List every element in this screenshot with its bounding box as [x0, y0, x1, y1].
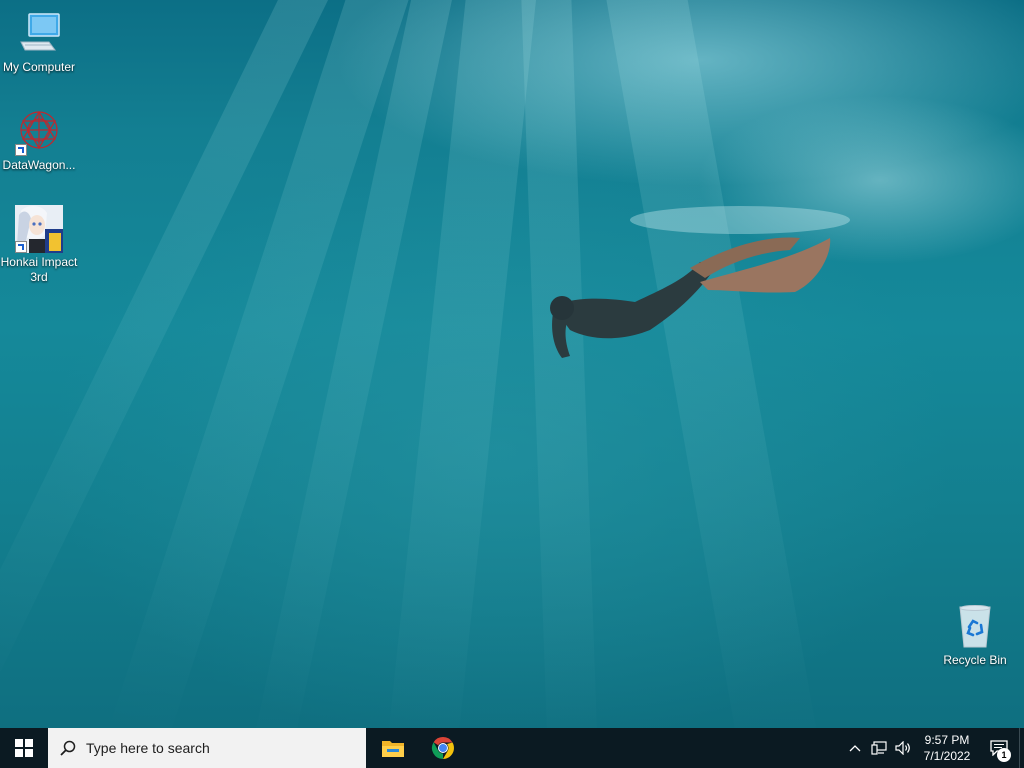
shortcut-arrow-icon [15, 144, 27, 156]
search-input[interactable]: Type here to search [48, 728, 366, 768]
show-hidden-icons-button[interactable] [843, 728, 867, 768]
start-button[interactable] [0, 728, 48, 768]
system-tray: 9:57 PM 7/1/2022 1 [843, 728, 1024, 768]
search-placeholder: Type here to search [86, 740, 210, 756]
datawagon-icon [15, 108, 63, 156]
desktop-icon-recycle-bin[interactable]: Recycle Bin [936, 603, 1014, 668]
desktop-icon-datawagon[interactable]: DataWagon... [0, 108, 78, 173]
my-computer-icon [15, 10, 63, 58]
desktop-icon-label: My Computer [2, 60, 76, 74]
network-button[interactable] [867, 728, 891, 768]
desktop-icon-label: Honkai Impact 3rd [0, 255, 78, 284]
search-icon [60, 740, 76, 756]
volume-icon [895, 741, 910, 755]
notifications-button[interactable]: 1 [979, 728, 1019, 768]
freediver-image [550, 206, 850, 358]
chrome-icon [431, 736, 454, 760]
file-explorer-icon [382, 741, 404, 757]
desktop-icon-label: DataWagon... [2, 158, 76, 172]
shortcut-arrow-icon [15, 241, 27, 253]
honkai-impact-icon [15, 205, 63, 253]
clock-date: 7/1/2022 [923, 749, 971, 763]
recycle-bin-icon [951, 603, 999, 651]
clock[interactable]: 9:57 PM 7/1/2022 [915, 732, 979, 764]
desktop-icon-label: Recycle Bin [943, 653, 1007, 667]
network-icon [871, 741, 887, 755]
taskbar-file-explorer[interactable] [368, 728, 418, 768]
volume-button[interactable] [891, 728, 915, 768]
chevron-up-icon [849, 745, 861, 752]
clock-time: 9:57 PM [924, 733, 970, 747]
taskbar: Type here to search 9:57 PM 7/1/2022 1 [0, 728, 1024, 768]
desktop-icon-my-computer[interactable]: My Computer [0, 10, 78, 75]
desktop-wallpaper [0, 0, 1024, 728]
show-desktop-button[interactable] [1019, 728, 1024, 768]
windows-start-icon [15, 739, 33, 757]
desktop-icon-honkai-impact[interactable]: Honkai Impact 3rd [0, 205, 78, 285]
taskbar-chrome[interactable] [418, 728, 468, 768]
notification-count-badge: 1 [997, 748, 1011, 762]
